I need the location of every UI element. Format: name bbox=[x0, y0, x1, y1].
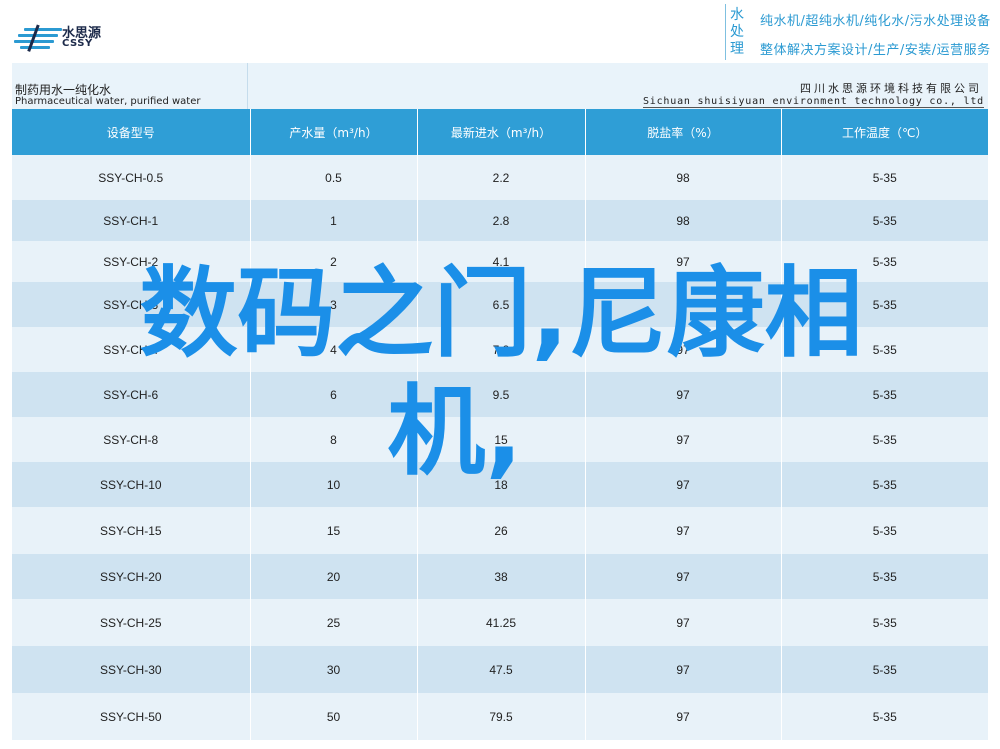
cell-output: 2 bbox=[250, 241, 418, 282]
cell-inflow: 4.1 bbox=[417, 241, 586, 282]
title-band: 制药用水一纯化水 Pharmaceutical water, purified … bbox=[12, 63, 988, 109]
spec-sheet-page: 水思源 CSSY 水处理 纯水机/超纯水机/纯化水/污水处理设备 整体解决方案设… bbox=[0, 0, 1000, 749]
cell-inflow: 41.25 bbox=[417, 599, 586, 646]
cell-temperature: 5-35 bbox=[781, 417, 988, 462]
cell-inflow: 79.5 bbox=[417, 693, 586, 740]
cell-model: SSY-CH-20 bbox=[12, 554, 251, 599]
logo-english-name: CSSY bbox=[62, 38, 93, 49]
slogan-tag: 水处理 bbox=[730, 7, 744, 57]
cell-desalination: 98 bbox=[585, 200, 782, 241]
cell-temperature: 5-35 bbox=[781, 599, 988, 646]
cell-output: 15 bbox=[250, 507, 418, 554]
cell-temperature: 5-35 bbox=[781, 554, 988, 599]
table-row: SSY-CH-8 8 15 97 5-35 bbox=[12, 417, 988, 462]
cell-temperature: 5-35 bbox=[781, 241, 988, 282]
cell-model: SSY-CH-8 bbox=[12, 417, 251, 462]
product-title-en: Pharmaceutical water, purified water bbox=[15, 96, 201, 107]
cell-inflow: 9.5 bbox=[417, 372, 586, 417]
table-row: SSY-CH-3 3 6.5 97 5-35 bbox=[12, 282, 988, 327]
cell-model: SSY-CH-3 bbox=[12, 282, 251, 327]
cell-desalination: 97 bbox=[585, 554, 782, 599]
header-temperature: 工作温度（℃） bbox=[781, 109, 988, 155]
cell-output: 10 bbox=[250, 462, 418, 507]
table-row: SSY-CH-25 25 41.25 97 5-35 bbox=[12, 599, 988, 646]
cell-model: SSY-CH-30 bbox=[12, 646, 251, 693]
cell-desalination: 97 bbox=[585, 462, 782, 507]
cell-model: SSY-CH-4 bbox=[12, 327, 251, 372]
cell-temperature: 5-35 bbox=[781, 507, 988, 554]
slogan-line-services: 整体解决方案设计/生产/安装/运营服务 bbox=[760, 43, 991, 58]
cell-inflow: 6.5 bbox=[417, 282, 586, 327]
cell-inflow: 2.2 bbox=[417, 155, 586, 200]
cell-desalination: 98 bbox=[585, 155, 782, 200]
cell-inflow: 26 bbox=[417, 507, 586, 554]
cell-inflow: 15 bbox=[417, 417, 586, 462]
cell-inflow: 2.8 bbox=[417, 200, 586, 241]
cell-inflow: 7.8 bbox=[417, 327, 586, 372]
cell-temperature: 5-35 bbox=[781, 200, 988, 241]
table-row: SSY-CH-15 15 26 97 5-35 bbox=[12, 507, 988, 554]
cell-temperature: 5-35 bbox=[781, 327, 988, 372]
cell-model: SSY-CH-2 bbox=[12, 241, 251, 282]
cell-inflow: 38 bbox=[417, 554, 586, 599]
cell-temperature: 5-35 bbox=[781, 282, 988, 327]
cell-output: 8 bbox=[250, 417, 418, 462]
cell-model: SSY-CH-25 bbox=[12, 599, 251, 646]
cell-desalination: 97 bbox=[585, 599, 782, 646]
cell-temperature: 5-35 bbox=[781, 155, 988, 200]
slogan-line-products: 纯水机/超纯水机/纯化水/污水处理设备 bbox=[760, 14, 991, 29]
table-row: SSY-CH-4 4 7.8 97 5-35 bbox=[12, 327, 988, 372]
table-row: SSY-CH-1 1 2.8 98 5-35 bbox=[12, 200, 988, 241]
cell-model: SSY-CH-10 bbox=[12, 462, 251, 507]
cell-desalination: 97 bbox=[585, 507, 782, 554]
cell-inflow: 18 bbox=[417, 462, 586, 507]
company-name-cn: 四川水思源环境科技有限公司 bbox=[800, 82, 982, 95]
cell-output: 25 bbox=[250, 599, 418, 646]
title-band-left: 制药用水一纯化水 Pharmaceutical water, purified … bbox=[12, 63, 248, 109]
cell-temperature: 5-35 bbox=[781, 646, 988, 693]
table-row: SSY-CH-10 10 18 97 5-35 bbox=[12, 462, 988, 507]
cell-output: 6 bbox=[250, 372, 418, 417]
cell-model: SSY-CH-1 bbox=[12, 200, 251, 241]
cell-output: 50 bbox=[250, 693, 418, 740]
cell-output: 30 bbox=[250, 646, 418, 693]
table-row: SSY-CH-50 50 79.5 97 5-35 bbox=[12, 693, 988, 740]
cell-desalination: 97 bbox=[585, 282, 782, 327]
cell-desalination: 97 bbox=[585, 646, 782, 693]
cell-model: SSY-CH-15 bbox=[12, 507, 251, 554]
cell-output: 3 bbox=[250, 282, 418, 327]
header-inflow: 最新进水（m³/h） bbox=[417, 109, 586, 155]
table-header-row: 设备型号 产水量（m³/h） 最新进水（m³/h） 脱盐率（%） 工作温度（℃） bbox=[12, 109, 988, 155]
cell-output: 4 bbox=[250, 327, 418, 372]
table-row: SSY-CH-0.5 0.5 2.2 98 5-35 bbox=[12, 155, 988, 200]
table-row: SSY-CH-2 2 4.1 97 5-35 bbox=[12, 241, 988, 282]
cell-temperature: 5-35 bbox=[781, 372, 988, 417]
cell-model: SSY-CH-0.5 bbox=[12, 155, 251, 200]
cell-output: 0.5 bbox=[250, 155, 418, 200]
table-row: SSY-CH-30 30 47.5 97 5-35 bbox=[12, 646, 988, 693]
cell-output: 20 bbox=[250, 554, 418, 599]
cell-desalination: 97 bbox=[585, 327, 782, 372]
cell-temperature: 5-35 bbox=[781, 693, 988, 740]
cell-desalination: 97 bbox=[585, 693, 782, 740]
spec-table: 设备型号 产水量（m³/h） 最新进水（m³/h） 脱盐率（%） 工作温度（℃）… bbox=[12, 109, 988, 740]
header-model: 设备型号 bbox=[12, 109, 251, 155]
cell-model: SSY-CH-6 bbox=[12, 372, 251, 417]
cell-output: 1 bbox=[250, 200, 418, 241]
header-desalination: 脱盐率（%） bbox=[585, 109, 782, 155]
company-name-en: Sichuan shuisiyuan environment technolog… bbox=[642, 96, 984, 108]
table-row: SSY-CH-6 6 9.5 97 5-35 bbox=[12, 372, 988, 417]
cell-temperature: 5-35 bbox=[781, 462, 988, 507]
cell-inflow: 47.5 bbox=[417, 646, 586, 693]
table-row: SSY-CH-20 20 38 97 5-35 bbox=[12, 554, 988, 599]
header-output: 产水量（m³/h） bbox=[250, 109, 418, 155]
cell-desalination: 97 bbox=[585, 372, 782, 417]
slogan-box: 水处理 纯水机/超纯水机/纯化水/污水处理设备 整体解决方案设计/生产/安装/运… bbox=[725, 4, 994, 60]
cell-desalination: 97 bbox=[585, 417, 782, 462]
cell-model: SSY-CH-50 bbox=[12, 693, 251, 740]
cell-desalination: 97 bbox=[585, 241, 782, 282]
